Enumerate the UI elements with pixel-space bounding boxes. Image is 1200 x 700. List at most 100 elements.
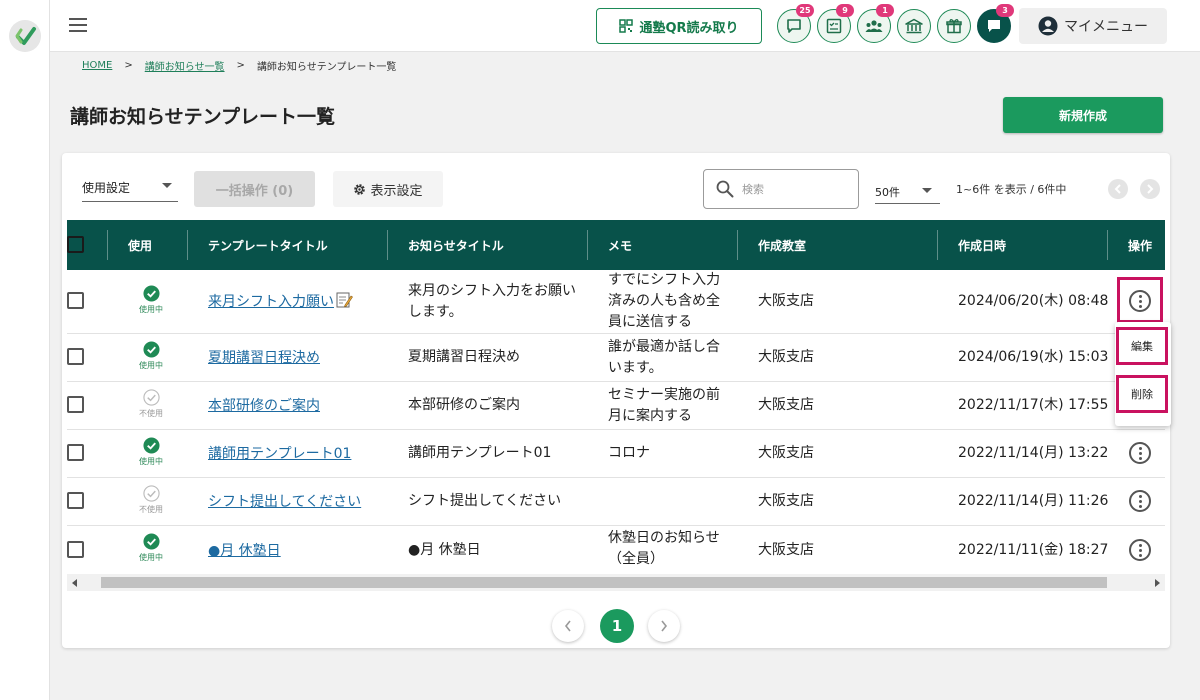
table-row: 使用中 来月シフト入力願い 来月のシフト入力をお願いします。 すでにシフト入力済… bbox=[67, 270, 1165, 334]
template-title-link[interactable]: 講師用テンプレート01 bbox=[208, 443, 351, 463]
breadcrumb: HOME > 講師お知らせ一覧 > 講師お知らせテンプレート一覧 bbox=[82, 58, 396, 73]
breadcrumb-separator: > bbox=[236, 60, 245, 71]
table-row: 使用中 夏期講習日程決め 夏期講習日程決め 誰が最適か話し合います。 大阪支店 … bbox=[67, 334, 1165, 382]
tasks-button[interactable]: 9 bbox=[817, 4, 854, 43]
created-cell: 2022/11/11(金) 18:27 bbox=[958, 542, 1109, 558]
row-checkbox[interactable] bbox=[67, 444, 84, 461]
row-checkbox[interactable] bbox=[67, 348, 84, 365]
check-circle-outline-icon bbox=[142, 389, 160, 406]
account-icon bbox=[1038, 16, 1058, 36]
tasks-badge: 9 bbox=[836, 4, 854, 17]
delete-menu-item[interactable]: 削除 bbox=[1116, 375, 1168, 413]
search-input[interactable] bbox=[742, 181, 852, 197]
bulk-action-button[interactable]: 一括操作 (0) bbox=[194, 171, 315, 207]
breadcrumb-parent-link[interactable]: 講師お知らせ一覧 bbox=[145, 58, 225, 73]
school-cell: 大阪支店 bbox=[758, 293, 814, 309]
range-text: 1~6件 を表示 / 6件中 bbox=[956, 183, 1067, 196]
pagination-prev-button[interactable] bbox=[552, 610, 584, 642]
pagination-next-button[interactable] bbox=[648, 610, 680, 642]
memo-note-icon bbox=[336, 292, 353, 308]
scrollbar-thumb[interactable] bbox=[101, 577, 1107, 588]
breadcrumb-home-link[interactable]: HOME bbox=[82, 60, 112, 71]
display-settings-button[interactable]: 表示設定 bbox=[333, 171, 443, 207]
school-cell: 大阪支店 bbox=[758, 445, 814, 461]
notice-title-cell: 講師用テンプレート01 bbox=[408, 445, 552, 461]
app-logo[interactable] bbox=[9, 20, 41, 52]
new-template-button[interactable]: 新規作成 bbox=[1003, 97, 1163, 133]
chat-button[interactable]: 3 bbox=[977, 4, 1014, 43]
status-indicator: 不使用 bbox=[130, 485, 172, 515]
row-checkbox[interactable] bbox=[67, 492, 84, 509]
group-icon bbox=[865, 20, 883, 32]
scroll-left-arrow-icon[interactable] bbox=[72, 579, 77, 587]
chevron-right-icon bbox=[661, 620, 668, 632]
next-page-arrow[interactable] bbox=[1140, 179, 1160, 199]
my-menu-label: マイメニュー bbox=[1064, 19, 1148, 35]
school-cell: 大阪支店 bbox=[758, 349, 814, 365]
more-actions-highlight bbox=[1117, 277, 1163, 323]
page-title: 講師お知らせテンプレート一覧 bbox=[70, 106, 336, 128]
chevron-left-icon bbox=[1114, 184, 1121, 194]
use-setting-select[interactable]: 使用設定 bbox=[82, 170, 178, 202]
table-header: 使用 テンプレートタイトル お知らせタイトル メモ 作成教室 作成日時 操作 bbox=[67, 220, 1165, 270]
scroll-right-arrow-icon[interactable] bbox=[1155, 579, 1160, 587]
message-icon bbox=[787, 19, 801, 33]
display-settings-label: 表示設定 bbox=[370, 183, 423, 199]
check-circle-icon bbox=[142, 437, 160, 454]
created-cell: 2024/06/19(水) 15:03 bbox=[958, 349, 1109, 365]
status-indicator: 使用中 bbox=[130, 285, 172, 315]
template-title-link[interactable]: シフト提出してください bbox=[208, 491, 361, 511]
hamburger-menu-icon[interactable] bbox=[69, 18, 87, 32]
row-checkbox[interactable] bbox=[67, 541, 84, 558]
memo-cell: すでにシフト入力済みの人も含め全員に送信する bbox=[608, 272, 721, 330]
gift-button[interactable] bbox=[937, 9, 971, 43]
edit-menu-item[interactable]: 編集 bbox=[1116, 327, 1168, 365]
prev-page-arrow[interactable] bbox=[1108, 179, 1128, 199]
my-menu-button[interactable]: マイメニュー bbox=[1019, 8, 1167, 44]
members-button[interactable]: 1 bbox=[857, 4, 894, 43]
check-circle-icon bbox=[142, 341, 160, 358]
notice-title-cell: 本部研修のご案内 bbox=[408, 397, 520, 413]
created-cell: 2022/11/14(月) 11:26 bbox=[958, 493, 1109, 509]
qr-scan-button[interactable]: 通塾QR読み取り bbox=[596, 8, 762, 44]
status-indicator: 不使用 bbox=[130, 389, 172, 419]
table-row: 使用中 ●月 休塾日 ●月 休塾日 休塾日のお知らせ（全員） 大阪支店 2022… bbox=[67, 526, 1165, 574]
gear-icon bbox=[354, 183, 366, 195]
notice-title-cell: シフト提出してください bbox=[408, 493, 562, 509]
column-header-created: 作成日時 bbox=[958, 238, 1007, 253]
status-label: 不使用 bbox=[139, 505, 163, 514]
status-label: 不使用 bbox=[139, 409, 163, 418]
row-checkbox[interactable] bbox=[67, 292, 84, 309]
template-title-link[interactable]: 本部研修のご案内 bbox=[208, 395, 320, 415]
memo-cell: 休塾日のお知らせ（全員） bbox=[608, 530, 720, 567]
more-actions-icon[interactable] bbox=[1129, 490, 1151, 512]
status-indicator: 使用中 bbox=[130, 341, 172, 371]
horizontal-scrollbar[interactable] bbox=[67, 574, 1165, 591]
select-all-checkbox[interactable] bbox=[67, 236, 84, 253]
chat-badge: 3 bbox=[996, 4, 1014, 17]
messages-badge: 25 bbox=[796, 4, 814, 17]
checklist-icon bbox=[826, 18, 842, 34]
more-actions-icon[interactable] bbox=[1129, 442, 1151, 464]
chat-icon bbox=[988, 20, 1000, 32]
chevron-down-icon bbox=[162, 183, 172, 188]
breadcrumb-current: 講師お知らせテンプレート一覧 bbox=[256, 62, 397, 73]
row-checkbox[interactable] bbox=[67, 396, 84, 413]
per-page-select[interactable]: 50件 bbox=[875, 178, 940, 204]
template-title-link[interactable]: 夏期講習日程決め bbox=[208, 347, 320, 367]
pagination-current-page[interactable]: 1 bbox=[600, 609, 634, 643]
memo-cell: 誰が最適か話し合います。 bbox=[608, 339, 720, 376]
status-label: 使用中 bbox=[139, 457, 163, 466]
school-button[interactable] bbox=[897, 9, 931, 43]
check-circle-outline-icon bbox=[142, 485, 160, 502]
messages-button[interactable]: 25 bbox=[777, 4, 814, 43]
check-circle-icon bbox=[142, 533, 160, 550]
status-indicator: 使用中 bbox=[130, 533, 172, 563]
more-actions-icon[interactable] bbox=[1129, 539, 1151, 561]
column-header-template-title: テンプレートタイトル bbox=[208, 238, 328, 253]
search-box[interactable] bbox=[703, 169, 859, 209]
template-title-link[interactable]: 来月シフト入力願い bbox=[208, 291, 334, 311]
breadcrumb-separator: > bbox=[124, 60, 133, 71]
template-title-link[interactable]: ●月 休塾日 bbox=[208, 540, 281, 560]
notice-title-cell: 来月のシフト入力をお願いします。 bbox=[408, 283, 576, 320]
